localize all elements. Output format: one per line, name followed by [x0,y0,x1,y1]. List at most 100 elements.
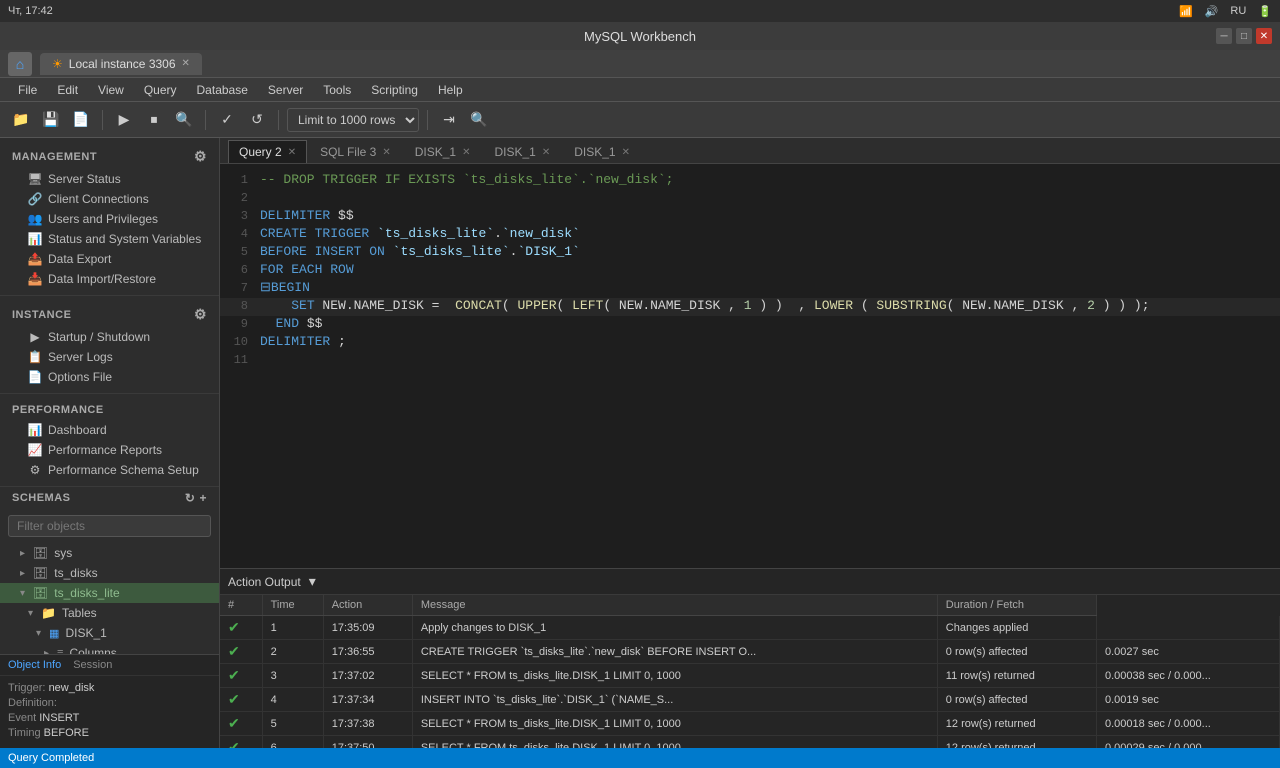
code-editor[interactable]: 1 -- DROP TRIGGER IF EXISTS `ts_disks_li… [220,164,1280,568]
columns-icon: ≡ [57,647,63,654]
editor-line-3: 3 DELIMITER $$ [220,208,1280,226]
rollback-button[interactable]: ↺ [244,107,270,133]
cell-status: ✔ [220,616,262,640]
execute-button[interactable]: ▶ [111,107,137,133]
editor-line-7: 7 ⊟BEGIN [220,280,1280,298]
table-disk1[interactable]: ▦ DISK_1 [0,623,219,643]
menu-tools[interactable]: Tools [313,80,361,100]
app-title: MySQL Workbench [584,29,696,44]
session-tab[interactable]: Session [73,659,112,671]
format-button[interactable]: ⇥ [436,107,462,133]
cell-time: 17:35:09 [323,616,412,640]
sidebar-perf-reports[interactable]: 📈 Performance Reports [0,440,219,460]
lang-icon: RU [1230,5,1246,17]
menu-database[interactable]: Database [187,80,258,100]
sidebar-data-import[interactable]: 📥 Data Import/Restore [0,269,219,289]
disk1-b-tab-close[interactable]: ✕ [542,147,550,158]
menu-view[interactable]: View [88,80,134,100]
find-button[interactable]: 🔍 [466,107,492,133]
add-schema-icon[interactable]: + [199,491,207,505]
query-tab-2-close[interactable]: ✕ [288,147,296,158]
action-output-header: Action Output ▾ [220,569,1280,595]
app-tab-bar: ⌂ ☀ Local instance 3306 ✕ [0,50,1280,78]
sidebar-users-privileges[interactable]: 👥 Users and Privileges [0,209,219,229]
query-tab-2[interactable]: Query 2 ✕ [228,140,307,163]
sidebar-dashboard[interactable]: 📊 Dashboard [0,420,219,440]
status-message: Query Completed [8,752,94,764]
cell-duration: 0.00029 sec / 0.000... [1097,736,1280,749]
minimize-button[interactable]: ─ [1216,28,1232,44]
options-icon: 📄 [28,370,42,384]
cell-message: 11 row(s) returned [937,664,1096,688]
limit-rows-select[interactable]: Limit to 1000 rows [287,108,419,132]
close-button[interactable]: ✕ [1256,28,1272,44]
disk1-c-tab-close[interactable]: ✕ [622,147,630,158]
ts-disks-lite-toggle[interactable] [20,588,25,599]
menu-scripting[interactable]: Scripting [361,80,428,100]
query-tab-disk1-c[interactable]: DISK_1 ✕ [563,140,641,163]
action-output-dropdown[interactable]: ▾ [309,573,316,590]
new-file-button[interactable]: 📄 [68,107,94,133]
cell-status: ✔ [220,664,262,688]
sidebar-perf-schema[interactable]: ⚙ Performance Schema Setup [0,460,219,480]
menu-server[interactable]: Server [258,80,313,100]
cell-time: 17:37:02 [323,664,412,688]
disk1-toggle[interactable] [36,628,41,639]
sys-schema-icon: 🗄 [33,546,48,560]
stop-button[interactable]: ⏹ [141,107,167,133]
sidebar-client-connections[interactable]: 🔗 Client Connections [0,189,219,209]
sidebar-startup[interactable]: ▶ Startup / Shutdown [0,327,219,347]
query-tab-sql-file-3[interactable]: SQL File 3 ✕ [309,140,402,163]
sidebar-data-export[interactable]: 📤 Data Export [0,249,219,269]
app-tab-close[interactable]: ✕ [182,58,190,69]
schema-ts-disks-lite[interactable]: 🗄 ts_disks_lite [0,583,219,603]
cell-num: 1 [262,616,323,640]
disk1-a-tab-close[interactable]: ✕ [462,147,470,158]
app-tab-local-instance[interactable]: ☀ Local instance 3306 ✕ [40,53,202,75]
object-info-panel: Object Info Session Trigger: new_disk De… [0,654,219,748]
cell-status: ✔ [220,736,262,749]
menu-query[interactable]: Query [134,80,187,100]
object-info-tab[interactable]: Object Info [8,659,61,671]
ts-disks-lite-icon: 🗄 [33,586,48,600]
maximize-button[interactable]: □ [1236,28,1252,44]
import-icon: 📥 [28,272,42,286]
sidebar-server-logs[interactable]: 📋 Server Logs [0,347,219,367]
open-folder-button[interactable]: 📁 [8,107,34,133]
sidebar-options-file[interactable]: 📄 Options File [0,367,219,387]
schema-ts-disks[interactable]: 🗄 ts_disks [0,563,219,583]
menu-help[interactable]: Help [428,80,473,100]
schema-sys[interactable]: 🗄 sys [0,543,219,563]
table-row: ✔ 1 17:35:09 Apply changes to DISK_1 Cha… [220,616,1280,640]
sidebar-server-status[interactable]: 🖥 Server Status [0,169,219,189]
columns-folder[interactable]: ≡ Columns [0,643,219,654]
explain-button[interactable]: 🔍 [171,107,197,133]
tables-folder[interactable]: 📁 Tables [0,603,219,623]
query-tab-disk1-b[interactable]: DISK_1 ✕ [483,140,561,163]
schema-filter [0,509,219,543]
sys-toggle[interactable] [20,548,25,559]
menu-edit[interactable]: Edit [47,80,88,100]
bottom-panel: Action Output ▾ # Time Action Message Du… [220,568,1280,748]
management-collapse[interactable]: ⚙ [194,148,207,165]
tables-toggle[interactable] [28,608,33,619]
commit-button[interactable]: ✓ [214,107,240,133]
sql-file-tab-close[interactable]: ✕ [382,147,390,158]
network-icon: 📶 [1179,5,1193,18]
system-time: Чт, 17:42 [8,5,53,17]
query-tab-disk1-a[interactable]: DISK_1 ✕ [404,140,482,163]
sidebar: MANAGEMENT ⚙ 🖥 Server Status 🔗 Client Co… [0,138,220,748]
save-button[interactable]: 💾 [38,107,64,133]
sidebar-status-variables[interactable]: 📊 Status and System Variables [0,229,219,249]
home-icon[interactable]: ⌂ [8,52,32,76]
menu-file[interactable]: File [8,80,47,100]
ts-disks-toggle[interactable] [20,568,25,579]
cell-time: 17:37:34 [323,688,412,712]
ts-disks-schema-icon: 🗄 [33,566,48,580]
event-row: Event INSERT [8,712,211,724]
system-bar: Чт, 17:42 📶 🔊 RU 🔋 [0,0,1280,22]
schema-filter-input[interactable] [8,515,211,537]
refresh-schemas-icon[interactable]: ↻ [185,491,196,505]
cell-num: 6 [262,736,323,749]
app-tab-label: Local instance 3306 [69,57,176,71]
